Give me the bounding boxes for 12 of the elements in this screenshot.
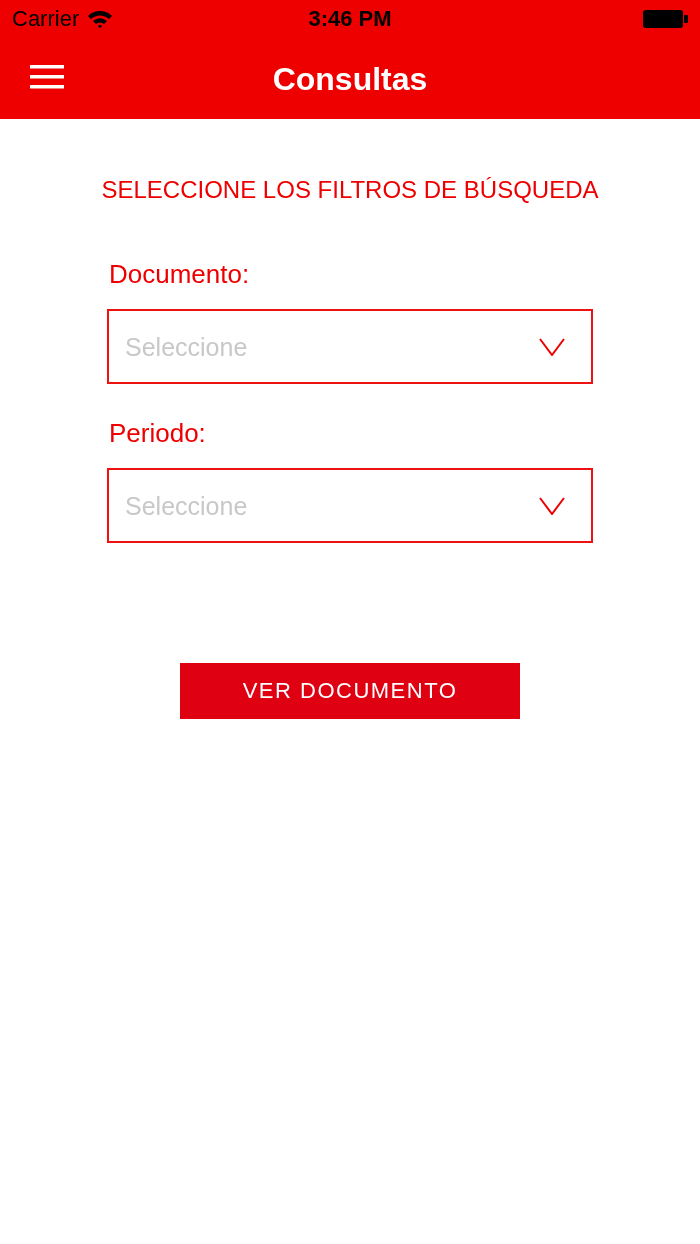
chevron-down-icon — [539, 337, 565, 356]
status-time: 3:46 PM — [308, 6, 392, 32]
screen-title: Consultas — [272, 59, 428, 98]
battery-icon — [642, 9, 688, 29]
menu-icon[interactable] — [30, 65, 64, 89]
field-label: Periodo: — [108, 417, 207, 449]
wifi-icon — [87, 9, 114, 29]
chevron-down-icon — [539, 496, 565, 515]
view-document-button[interactable]: VER DOCUMENTO — [180, 663, 520, 719]
field-label: Documento: — [108, 258, 251, 290]
carrier-name: Carrier — [12, 6, 80, 32]
section-heading: SELECCIONE LOS FILTROS DE BÚSQUEDA — [101, 175, 599, 205]
